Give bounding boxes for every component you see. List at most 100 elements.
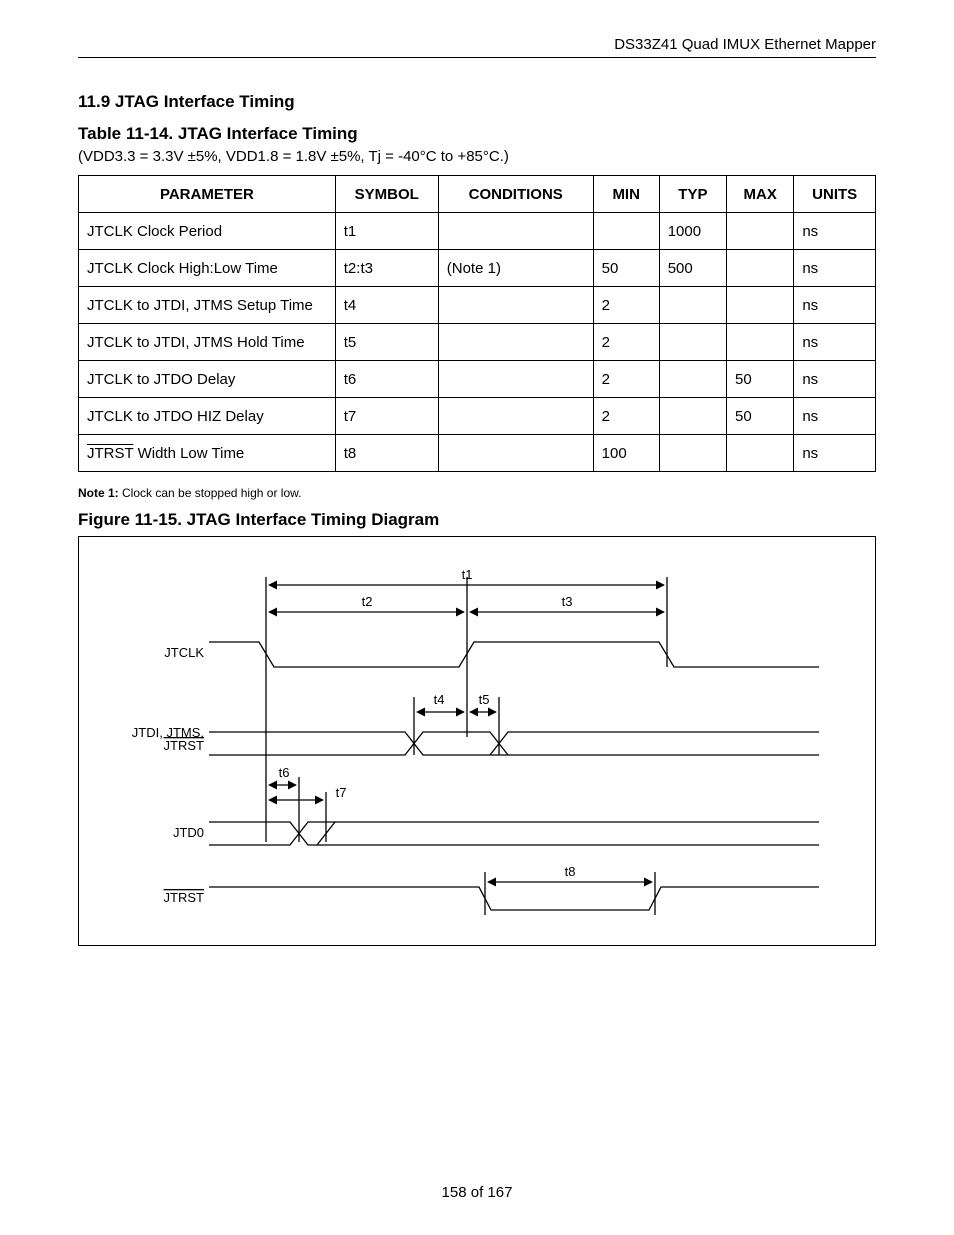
cell-max (727, 324, 794, 361)
label-jtclk: JTCLK (164, 645, 204, 660)
cell-parameter: JTCLK Clock High:Low Time (79, 250, 336, 287)
table-header-row: PARAMETER SYMBOL CONDITIONS MIN TYP MAX … (79, 176, 876, 213)
figure-caption-prefix: Figure 11-15. (78, 510, 182, 529)
cell-parameter: JTRST Width Low Time (79, 435, 336, 472)
label-t7: t7 (336, 785, 347, 800)
cell-symbol: t7 (335, 398, 438, 435)
cell-typ: 500 (659, 250, 726, 287)
label-t3: t3 (562, 594, 573, 609)
table-body: JTCLK Clock Period t1 1000 ns JTCLK Cloc… (79, 213, 876, 472)
cell-conditions (438, 361, 593, 398)
cell-units: ns (794, 250, 876, 287)
cell-parameter: JTCLK to JTDI, JTMS Setup Time (79, 287, 336, 324)
col-conditions: CONDITIONS (438, 176, 593, 213)
cell-typ: 1000 (659, 213, 726, 250)
label-t6: t6 (279, 765, 290, 780)
cell-units: ns (794, 435, 876, 472)
jtrst-waveform (209, 872, 819, 915)
col-units: UNITS (794, 176, 876, 213)
cell-symbol: t1 (335, 213, 438, 250)
cell-parameter: JTCLK Clock Period (79, 213, 336, 250)
page: DS33Z41 Quad IMUX Ethernet Mapper 11.9 J… (0, 0, 954, 1235)
col-max: MAX (727, 176, 794, 213)
section-heading: 11.9 JTAG Interface Timing (78, 92, 876, 112)
cell-min: 50 (593, 250, 659, 287)
table-row: JTRST Width Low Time t8 100 ns (79, 435, 876, 472)
cell-conditions (438, 398, 593, 435)
cell-max: 50 (727, 361, 794, 398)
table-note: Note 1: Clock can be stopped high or low… (78, 486, 876, 500)
cell-symbol: t5 (335, 324, 438, 361)
cell-units: ns (794, 361, 876, 398)
cell-symbol: t4 (335, 287, 438, 324)
col-typ: TYP (659, 176, 726, 213)
table-caption-prefix: Table 11-14. (78, 124, 173, 143)
figure-caption-title: JTAG Interface Timing Diagram (187, 510, 440, 529)
cell-min: 2 (593, 287, 659, 324)
cell-max (727, 287, 794, 324)
table-row: JTCLK Clock Period t1 1000 ns (79, 213, 876, 250)
cell-min: 100 (593, 435, 659, 472)
cell-units: ns (794, 287, 876, 324)
cell-conditions (438, 324, 593, 361)
page-footer: 158 of 167 (0, 1184, 954, 1201)
table-row: JTCLK Clock High:Low Time t2:t3 (Note 1)… (79, 250, 876, 287)
cell-min: 2 (593, 361, 659, 398)
col-min: MIN (593, 176, 659, 213)
cell-parameter: JTCLK to JTDI, JTMS Hold Time (79, 324, 336, 361)
cell-conditions (438, 213, 593, 250)
cell-min: 2 (593, 324, 659, 361)
figure-caption: Figure 11-15. JTAG Interface Timing Diag… (78, 510, 876, 530)
timing-table: PARAMETER SYMBOL CONDITIONS MIN TYP MAX … (78, 175, 876, 472)
label-jtrst: JTRST (164, 890, 205, 905)
cell-min (593, 213, 659, 250)
table-conditions: (VDD3.3 = 3.3V ±5%, VDD1.8 = 1.8V ±5%, T… (78, 148, 876, 165)
cell-units: ns (794, 324, 876, 361)
table-caption-title: JTAG Interface Timing (178, 124, 358, 143)
table-head: PARAMETER SYMBOL CONDITIONS MIN TYP MAX … (79, 176, 876, 213)
cell-symbol: t2:t3 (335, 250, 438, 287)
cell-max (727, 435, 794, 472)
table-row: JTCLK to JTDO HIZ Delay t7 2 50 ns (79, 398, 876, 435)
cell-symbol: t6 (335, 361, 438, 398)
table-row: JTCLK to JTDO Delay t6 2 50 ns (79, 361, 876, 398)
table-row: JTCLK to JTDI, JTMS Hold Time t5 2 ns (79, 324, 876, 361)
label-jtdi-line2: JTRST (164, 738, 205, 753)
label-t5: t5 (479, 692, 490, 707)
jtdo-waveform (209, 822, 819, 845)
cell-typ (659, 435, 726, 472)
cell-conditions (438, 435, 593, 472)
cell-units: ns (794, 398, 876, 435)
cell-conditions (438, 287, 593, 324)
col-parameter: PARAMETER (79, 176, 336, 213)
label-t4: t4 (434, 692, 445, 707)
cell-typ (659, 324, 726, 361)
jtdi-waveform (209, 732, 819, 755)
running-header: DS33Z41 Quad IMUX Ethernet Mapper (78, 36, 876, 53)
label-t8: t8 (565, 864, 576, 879)
timing-diagram-svg: t1 t2 t3 JTCLK JTDI, JTMS, JTRST JTD0 JT… (79, 537, 874, 943)
cell-min: 2 (593, 398, 659, 435)
jtrst-suffix: Width Low Time (138, 445, 245, 462)
cell-conditions: (Note 1) (438, 250, 593, 287)
cell-typ (659, 361, 726, 398)
cell-max (727, 213, 794, 250)
timing-diagram: t1 t2 t3 JTCLK JTDI, JTMS, JTRST JTD0 JT… (78, 536, 876, 946)
cell-parameter: JTCLK to JTDO HIZ Delay (79, 398, 336, 435)
cell-parameter: JTCLK to JTDO Delay (79, 361, 336, 398)
jtrst-overline: JTRST (87, 445, 133, 462)
col-symbol: SYMBOL (335, 176, 438, 213)
cell-typ (659, 287, 726, 324)
section-number: 11.9 (78, 92, 110, 111)
table-row: JTCLK to JTDI, JTMS Setup Time t4 2 ns (79, 287, 876, 324)
cell-typ (659, 398, 726, 435)
label-t2: t2 (362, 594, 373, 609)
cell-symbol: t8 (335, 435, 438, 472)
label-jtdo: JTD0 (173, 825, 204, 840)
note-label: Note 1: (78, 486, 119, 500)
label-t1: t1 (462, 567, 473, 582)
cell-max (727, 250, 794, 287)
jtclk-waveform (209, 577, 819, 842)
note-text: Clock can be stopped high or low. (122, 486, 301, 500)
section-title: JTAG Interface Timing (115, 92, 295, 111)
